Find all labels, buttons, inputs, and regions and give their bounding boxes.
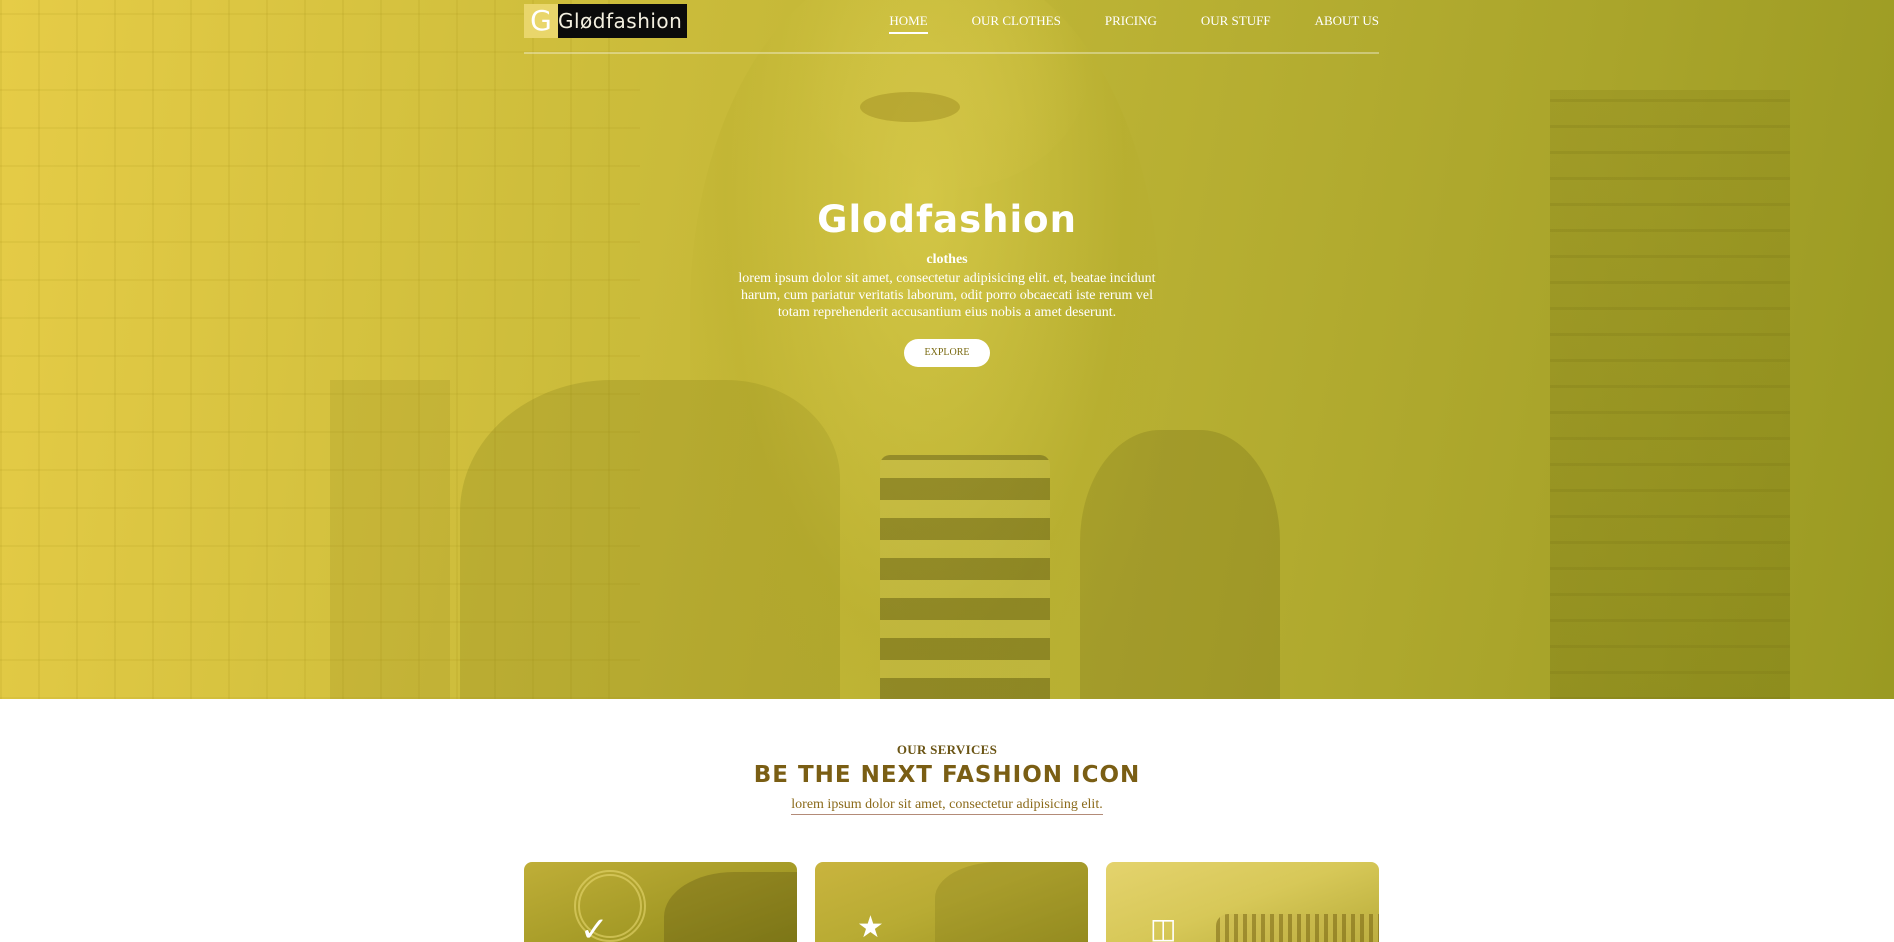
hero-description: lorem ipsum dolor sit amet, consectetur … [738, 271, 1156, 320]
clothing-rail-photo [1216, 914, 1379, 942]
hero-subtitle: clothes [926, 252, 968, 267]
nav-link-pricing[interactable]: PRICING [1105, 13, 1157, 34]
nav-link-our-clothes[interactable]: OUR CLOTHES [972, 13, 1061, 34]
hero-content: Glodfashion clothes lorem ipsum dolor si… [0, 198, 1894, 367]
card-photo-figure [664, 872, 797, 942]
logo-text: Glødfashion [558, 9, 683, 33]
star-icon: ★ [857, 910, 884, 942]
services-eyebrow: OUR SERVICES [896, 742, 998, 757]
top-navigation: G Glødfashion HOME OUR CLOTHES PRICING O… [524, 0, 1379, 54]
services-description[interactable]: lorem ipsum dolor sit amet, consectetur … [791, 797, 1103, 815]
services-title: BE THE NEXT FASHION ICON [753, 762, 1141, 788]
shirt-icon: ◫ [1150, 912, 1177, 942]
hero-title: Glodfashion [817, 198, 1077, 241]
service-card-2[interactable]: ★ [815, 862, 1088, 942]
service-card-3[interactable]: ◫ [1106, 862, 1379, 942]
logo-mark-icon: G [524, 4, 558, 38]
card-photo-blur [935, 862, 1088, 942]
hero-section: G Glødfashion HOME OUR CLOTHES PRICING O… [0, 0, 1894, 699]
checkmark-icon: ✓ [580, 910, 609, 942]
services-section: OUR SERVICES BE THE NEXT FASHION ICON lo… [0, 699, 1894, 815]
explore-button[interactable]: EXPLORE [904, 339, 990, 367]
service-cards: ✓ ★ ◫ [524, 862, 1379, 942]
nav-links: HOME OUR CLOTHES PRICING OUR STUFF ABOUT… [845, 13, 1379, 34]
service-card-1[interactable]: ✓ [524, 862, 797, 942]
nav-link-about-us[interactable]: ABOUT US [1315, 13, 1379, 34]
nav-link-our-stuff[interactable]: OUR STUFF [1201, 13, 1271, 34]
brand-logo[interactable]: G Glødfashion [524, 4, 687, 38]
nav-link-home[interactable]: HOME [889, 13, 928, 34]
